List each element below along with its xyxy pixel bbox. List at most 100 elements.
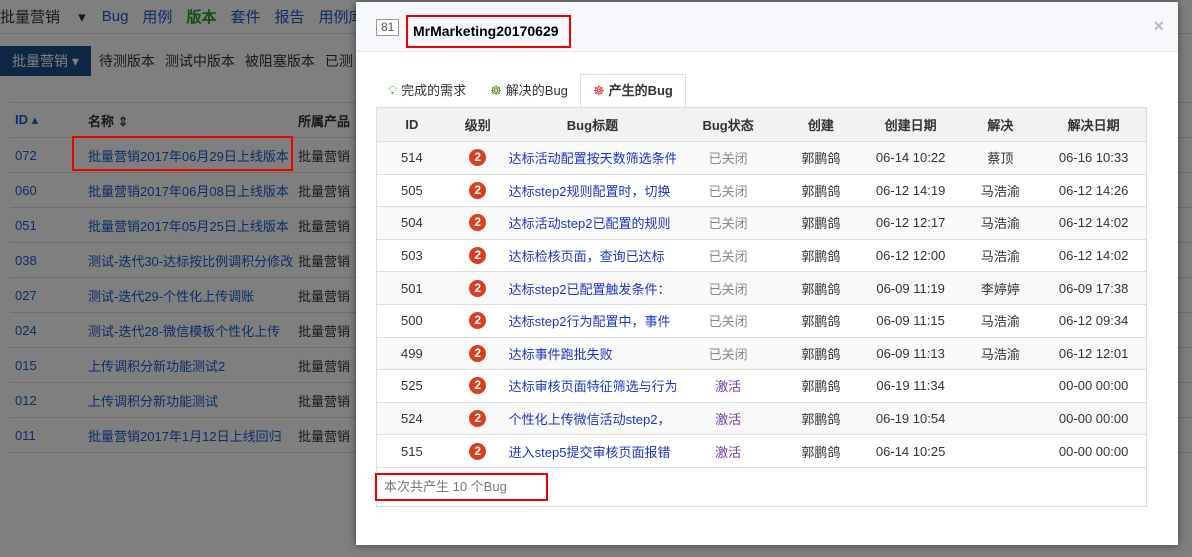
bug-created-date: 06-14 10:22 (875, 150, 946, 166)
bug-status: 已关闭 (708, 314, 748, 330)
severity-badge: 2 (469, 279, 487, 297)
bug-title-link[interactable]: 达标检核页面，查询已达标 (509, 246, 677, 265)
table-row: 515 2 进入step5提交审核页面报错 激活 郭鹏鸽 06-14 10:25… (377, 435, 1146, 468)
table-row: 525 2 达标审核页面特征筛选与行为 激活 郭鹏鸽 06-19 11:34 0… (377, 370, 1146, 403)
bug-status: 已关闭 (708, 183, 748, 199)
table-row: 499 2 达标事件跑批失败 已关闭 郭鹏鸽 06-09 11:13 马浩渝 0… (377, 337, 1146, 371)
bug-created-date: 06-14 10:25 (875, 443, 946, 459)
bug-status: 激活 (715, 379, 742, 395)
table-row: 514 2 达标活动配置按天数筛选条件 已关闭 郭鹏鸽 06-14 10:22 … (377, 142, 1146, 175)
bug-created-date: 06-12 12:17 (875, 215, 946, 231)
bug-status: 已关闭 (708, 281, 748, 297)
lightbulb-icon: 💡︎ (388, 83, 398, 98)
bug-created-date: 06-19 11:34 (876, 378, 945, 394)
bug-resolved-date: 00-00 00:00 (1058, 443, 1129, 459)
bug-creator: 郭鹏鸽 (801, 151, 841, 167)
bug-title-link[interactable]: 达标活动step2已配置的规则 (509, 213, 677, 232)
bug-title-link[interactable]: 达标审核页面特征筛选与行为 (509, 376, 677, 395)
severity-badge: 2 (469, 247, 487, 265)
bug-created-date: 06-09 11:13 (876, 345, 945, 361)
bug-id: 503 (401, 248, 423, 264)
bug-creator: 郭鹏鸽 (801, 249, 841, 265)
bug-status: 激活 (715, 444, 742, 460)
bug-resolver: 马浩渝 (980, 314, 1020, 330)
bug-resolved-date: 06-12 12:01 (1058, 345, 1129, 361)
tabs: 💡︎ 完成的需求 ☸ 解决的Bug ☸ 产生的Bug (376, 74, 686, 108)
bug-id: 514 (401, 150, 423, 166)
bug-resolver: 李婷婷 (980, 281, 1020, 297)
bug-created-date: 06-12 12:00 (875, 248, 946, 264)
tab-created-bugs[interactable]: ☸ 产生的Bug (579, 74, 686, 108)
bug-created-date: 06-09 11:19 (876, 280, 945, 296)
bug-resolved-date: 00-00 00:00 (1058, 378, 1129, 394)
bug-title-link[interactable]: 达标事件跑批失败 (509, 344, 677, 363)
bug-status: 已关闭 (708, 216, 748, 232)
bug-resolved-date: 06-12 14:02 (1058, 215, 1129, 231)
bug-id: 500 (401, 313, 423, 329)
bug-title-link[interactable]: 进入step5提交审核页面报错 (509, 442, 677, 461)
bug-creator: 郭鹏鸽 (801, 183, 841, 199)
bug-resolved-date: 06-16 10:33 (1058, 150, 1129, 166)
header-status: Bug状态 (702, 118, 754, 133)
bug-created-date: 06-19 10:54 (875, 411, 946, 427)
tab-resolved-bugs[interactable]: ☸ 解决的Bug (478, 74, 580, 108)
bug-created-date: 06-09 11:15 (876, 313, 945, 329)
bug-id: 524 (401, 411, 423, 427)
bug-icon: ☸ (592, 83, 605, 98)
bug-resolved-date: 06-12 14:02 (1058, 248, 1129, 264)
bug-status: 已关闭 (708, 151, 748, 167)
build-id-badge: 81 (376, 19, 400, 36)
table-footer: 本次共产生 10 个Bug (375, 468, 1146, 506)
bug-resolver: 马浩渝 (980, 216, 1020, 232)
bug-creator: 郭鹏鸽 (801, 281, 841, 297)
severity-badge: 2 (469, 181, 487, 199)
table-row: 524 2 个性化上传微信活动step2， 激活 郭鹏鸽 06-19 10:54… (377, 402, 1146, 436)
modal-title: MrMarketing20170629 (406, 15, 571, 48)
bug-status: 已关闭 (708, 346, 748, 362)
bug-status: 已关闭 (708, 249, 748, 265)
header-resolved-date: 解决日期 (1067, 118, 1120, 133)
severity-badge: 2 (469, 377, 487, 395)
severity-badge: 2 (469, 312, 487, 330)
bug-id: 505 (401, 182, 423, 198)
table-row: 500 2 达标step2行为配置中，事件 已关闭 郭鹏鸽 06-09 11:1… (377, 305, 1146, 338)
severity-badge: 2 (469, 214, 487, 232)
table-row: 501 2 达标step2已配置触发条件： 已关闭 郭鹏鸽 06-09 11:1… (377, 272, 1146, 305)
build-modal: 81 MrMarketing20170629 × 💡︎ 完成的需求 ☸ 解决的Bug… (356, 2, 1178, 545)
table-row: 505 2 达标step2规则配置时，切换 已关闭 郭鹏鸽 06-12 14:1… (377, 175, 1146, 208)
bug-title-link[interactable]: 个性化上传微信活动step2， (509, 409, 677, 428)
bug-creator: 郭鹏鸽 (801, 314, 841, 330)
bug-table: ID 级别 Bug标题 Bug状态 创建 创建日期 解决 解决日期 514 2 … (375, 107, 1147, 507)
bug-resolved-date: 00-00 00:00 (1058, 411, 1129, 427)
bug-resolver: 马浩渝 (980, 346, 1020, 362)
bug-title-link[interactable]: 达标step2已配置触发条件： (509, 279, 677, 298)
close-icon[interactable]: × (1153, 16, 1164, 37)
header-title: Bug标题 (566, 118, 619, 133)
bug-resolver: 蔡顶 (987, 151, 1014, 167)
bug-resolver: 马浩渝 (980, 183, 1020, 199)
bug-resolver: 马浩渝 (980, 249, 1020, 265)
bug-id: 525 (401, 378, 423, 394)
severity-badge: 2 (469, 149, 487, 167)
bug-title-link[interactable]: 达标step2行为配置中，事件 (509, 311, 677, 330)
bug-creator: 郭鹏鸽 (801, 444, 841, 460)
header-resolver: 解决 (987, 118, 1014, 133)
bug-creator: 郭鹏鸽 (801, 216, 841, 232)
tab-stories[interactable]: 💡︎ 完成的需求 (376, 74, 478, 108)
bug-status: 激活 (715, 412, 742, 428)
bug-title-link[interactable]: 达标step2规则配置时，切换 (509, 181, 677, 200)
bug-icon: ☸ (490, 83, 502, 98)
bug-count-summary: 本次共产生 10 个Bug (375, 472, 548, 501)
bug-creator: 郭鹏鸽 (801, 346, 841, 362)
table-row: 503 2 达标检核页面，查询已达标 已关闭 郭鹏鸽 06-12 12:00 马… (377, 240, 1146, 273)
severity-badge: 2 (469, 344, 487, 362)
highlight-box (72, 136, 293, 171)
header-severity: 级别 (464, 118, 491, 133)
bug-created-date: 06-12 14:19 (875, 182, 946, 198)
bug-title-link[interactable]: 达标活动配置按天数筛选条件 (509, 148, 677, 167)
table-row: 504 2 达标活动step2已配置的规则 已关闭 郭鹏鸽 06-12 12:1… (377, 207, 1146, 240)
bug-resolved-date: 06-09 17:38 (1058, 280, 1129, 296)
bug-resolved-date: 06-12 14:26 (1058, 182, 1129, 198)
header-creator: 创建 (807, 118, 834, 133)
severity-badge: 2 (469, 442, 487, 460)
